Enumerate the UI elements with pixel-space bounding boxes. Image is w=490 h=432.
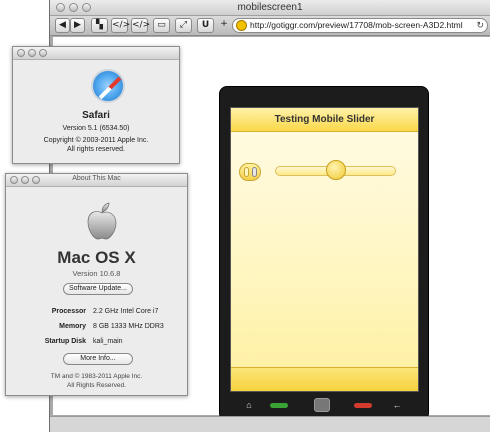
screen-icon: ▭ xyxy=(157,20,166,30)
window-controls xyxy=(17,49,47,57)
browser-titlebar[interactable]: mobilescreen1 xyxy=(50,0,490,16)
resize-icon: ⤢ xyxy=(179,20,188,30)
minimize-button[interactable] xyxy=(28,49,36,57)
screen-button[interactable]: ▭ xyxy=(153,18,170,33)
about-this-mac-window: About This Mac Mac OS X Version 10.6.8 S… xyxy=(5,173,188,396)
flip-toggle-off xyxy=(252,167,257,177)
window-title: mobilescreen1 xyxy=(237,2,303,13)
add-bookmark-button[interactable]: + xyxy=(218,18,230,33)
copyright-text: Copyright © 2003-2011 Apple Inc. xyxy=(43,137,149,144)
spec-value: 2.2 GHz Intel Core i7 xyxy=(93,308,159,315)
slider-handle[interactable] xyxy=(325,160,346,180)
rights-text: All Rights Reserved. xyxy=(67,382,126,389)
about-mac-titlebar[interactable]: About This Mac xyxy=(6,174,187,187)
app-header: Testing Mobile Slider xyxy=(231,108,418,132)
add-icon: + xyxy=(220,19,228,29)
os-name: Mac OS X xyxy=(57,248,136,267)
close-button[interactable] xyxy=(17,49,25,57)
compass-needle xyxy=(98,76,122,100)
flip-toggle[interactable] xyxy=(239,163,261,181)
forward-icon: ▶ xyxy=(74,20,81,30)
call-icon[interactable] xyxy=(270,403,288,408)
back-icon: ◀ xyxy=(59,20,66,30)
url-text: http://gotiggr.com/preview/17708/mob-scr… xyxy=(250,20,463,30)
site-icon xyxy=(236,20,247,31)
copyright-text: TM and © 1983-2011 Apple Inc. xyxy=(50,373,143,380)
source-button[interactable]: </> xyxy=(111,18,131,33)
resize-button[interactable]: ⤢ xyxy=(175,18,192,33)
spec-label: Memory xyxy=(59,323,86,330)
safari-about-window: Safari Version 5.1 (6534.50) Copyright ©… xyxy=(12,46,180,164)
phone-screen: Testing Mobile Slider xyxy=(230,107,419,392)
status-bar xyxy=(50,416,490,432)
back-button[interactable]: ◀ xyxy=(55,18,70,33)
back-arrow-icon[interactable]: ← xyxy=(390,399,404,411)
apple-logo-icon xyxy=(87,202,117,240)
reload-icon[interactable]: ↻ xyxy=(476,19,484,32)
window-title: About This Mac xyxy=(72,175,121,182)
zoom-button[interactable] xyxy=(39,49,47,57)
grid-button[interactable]: ▚ xyxy=(91,18,108,33)
grid-icon: ▚ xyxy=(96,20,103,30)
source-alt-icon: </> xyxy=(132,20,151,30)
app-footer xyxy=(231,367,418,391)
home-icon[interactable]: ⌂ xyxy=(242,399,256,411)
spec-value: 8 GB 1333 MHz DDR3 xyxy=(93,323,164,330)
app-name: Safari xyxy=(82,110,110,121)
camera-icon[interactable] xyxy=(314,398,330,412)
forward-button[interactable]: ▶ xyxy=(70,18,85,33)
spec-label: Startup Disk xyxy=(44,338,86,345)
text-button[interactable]: U xyxy=(197,18,214,33)
source-alt-button[interactable]: </> xyxy=(131,18,151,33)
end-call-icon[interactable] xyxy=(354,403,372,408)
address-bar[interactable]: http://gotiggr.com/preview/17708/mob-scr… xyxy=(232,18,488,33)
browser-toolbar: ◀ ▶ ▚ </> </> ▭ ⤢ U + http://gotiggr.com… xyxy=(50,16,490,36)
safari-compass-icon xyxy=(91,69,125,103)
software-update-button[interactable]: Software Update... xyxy=(63,283,133,295)
source-icon: </> xyxy=(112,20,131,30)
flip-toggle-on xyxy=(244,167,249,177)
spec-label: Processor xyxy=(51,308,86,315)
safari-about-titlebar[interactable] xyxy=(13,47,179,60)
os-version: Version 10.6.8 xyxy=(72,269,121,278)
app-version: Version 5.1 (6534.50) xyxy=(62,125,130,132)
text-icon: U xyxy=(201,20,210,30)
more-info-button[interactable]: More Info... xyxy=(63,353,133,365)
rights-text: All rights reserved. xyxy=(67,146,125,153)
phone-mockup: Testing Mobile Slider ⌂ ← xyxy=(219,86,429,421)
spec-value: kali_main xyxy=(93,338,123,345)
